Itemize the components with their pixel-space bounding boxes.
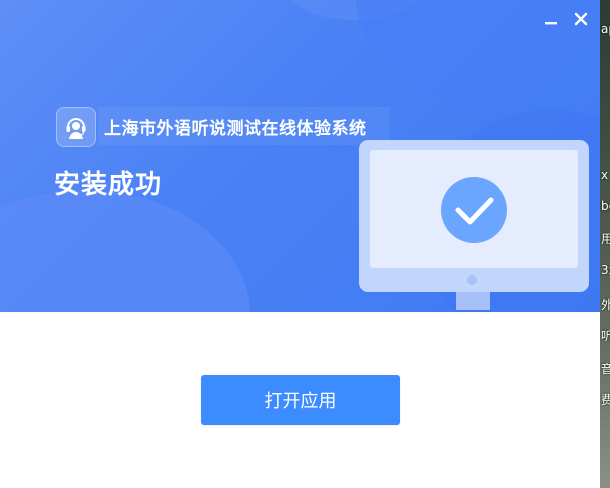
monitor-checkmark-illustration bbox=[359, 140, 589, 310]
app-logo bbox=[56, 107, 96, 147]
installer-header: 上海市外语听说测试在线体验系统 安装成功 bbox=[0, 0, 600, 312]
minimize-icon bbox=[545, 22, 557, 25]
install-status-title: 安装成功 bbox=[54, 170, 163, 200]
close-icon bbox=[574, 12, 588, 26]
desktop-background-edge: ap x be 用 3x 外 听 音 费 bbox=[600, 0, 610, 488]
minimize-button[interactable] bbox=[538, 6, 564, 32]
customer-service-headset-icon bbox=[66, 118, 86, 139]
app-title: 上海市外语听说测试在线体验系统 bbox=[104, 119, 367, 139]
desktop-text-fragment: 3x bbox=[601, 263, 610, 277]
desktop-text-fragment: x bbox=[601, 168, 609, 182]
desktop-text-fragment: 听 bbox=[601, 329, 610, 343]
installer-window: 上海市外语听说测试在线体验系统 安装成功 打开应用 bbox=[0, 0, 600, 488]
desktop-text-fragment: be bbox=[601, 199, 610, 213]
desktop-text-fragment: ap bbox=[601, 22, 610, 36]
open-app-button[interactable]: 打开应用 bbox=[201, 375, 400, 425]
decorative-circle bbox=[0, 190, 250, 312]
desktop-text-fragment: 音 bbox=[601, 362, 610, 376]
check-circle-icon bbox=[441, 177, 507, 243]
close-button[interactable] bbox=[568, 6, 594, 32]
desktop-text-fragment: 用 bbox=[601, 232, 610, 246]
desktop-text-fragment: 外 bbox=[601, 298, 610, 312]
desktop-text-fragment: 费 bbox=[601, 393, 610, 407]
